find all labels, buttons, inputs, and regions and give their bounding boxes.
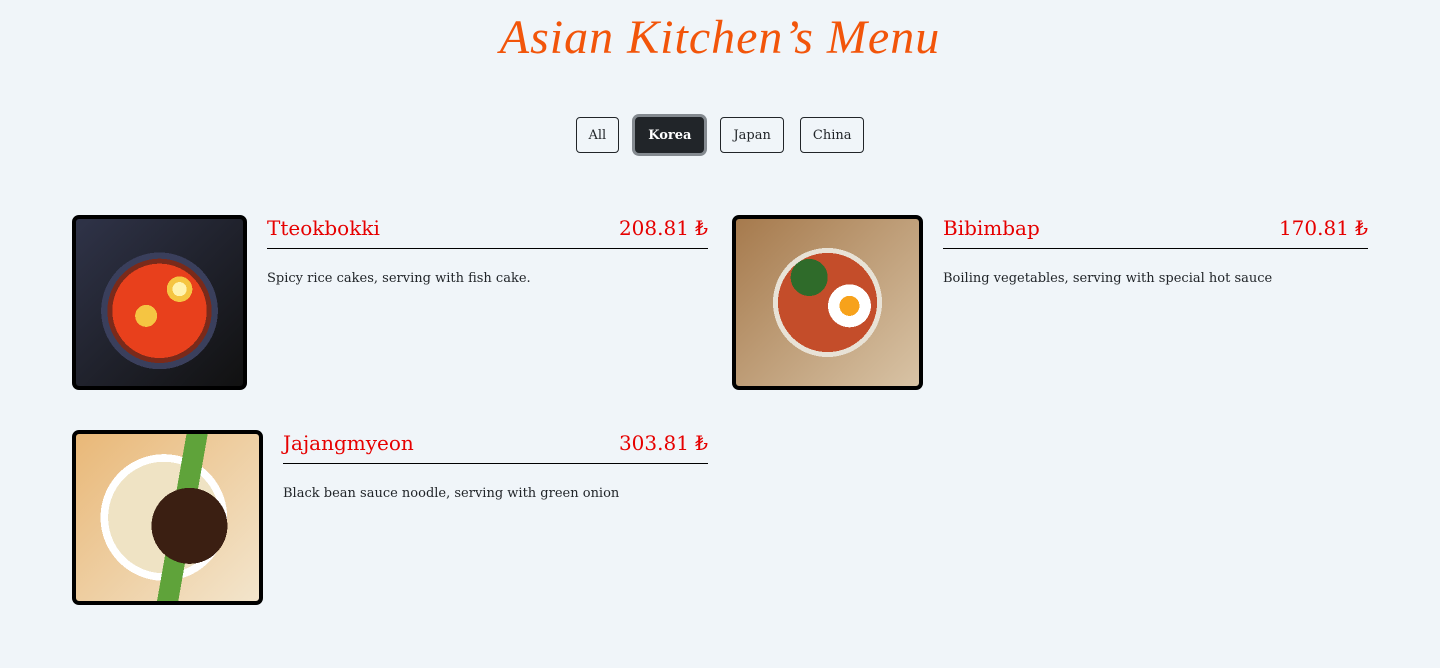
item-name: Bibimbap bbox=[943, 216, 1040, 240]
item-name: Tteokbokki bbox=[267, 216, 380, 240]
filter-all-button[interactable]: All bbox=[575, 117, 620, 153]
category-filters: All Korea Japan China bbox=[0, 117, 1440, 153]
item-description: Boiling vegetables, serving with special… bbox=[943, 271, 1273, 286]
item-price: 170.81 ₺ bbox=[1278, 216, 1368, 240]
filter-japan-button[interactable]: Japan bbox=[720, 117, 784, 153]
filter-korea-button[interactable]: Korea bbox=[635, 117, 705, 153]
item-name: Jajangmyeon bbox=[283, 431, 414, 455]
item-description: Spicy rice cakes, serving with fish cake… bbox=[267, 271, 531, 286]
filter-china-button[interactable]: China bbox=[799, 117, 865, 153]
item-price: 208.81 ₺ bbox=[618, 216, 708, 240]
jajangmyeon-photo bbox=[72, 430, 263, 605]
page-title: Asian Kitchen’s Menu bbox=[499, 11, 941, 64]
item-price: 303.81 ₺ bbox=[618, 431, 708, 455]
item-description: Black bean sauce noodle, serving with gr… bbox=[283, 486, 620, 501]
bibimbap-photo bbox=[732, 215, 923, 390]
tteokbokki-photo bbox=[72, 215, 247, 390]
